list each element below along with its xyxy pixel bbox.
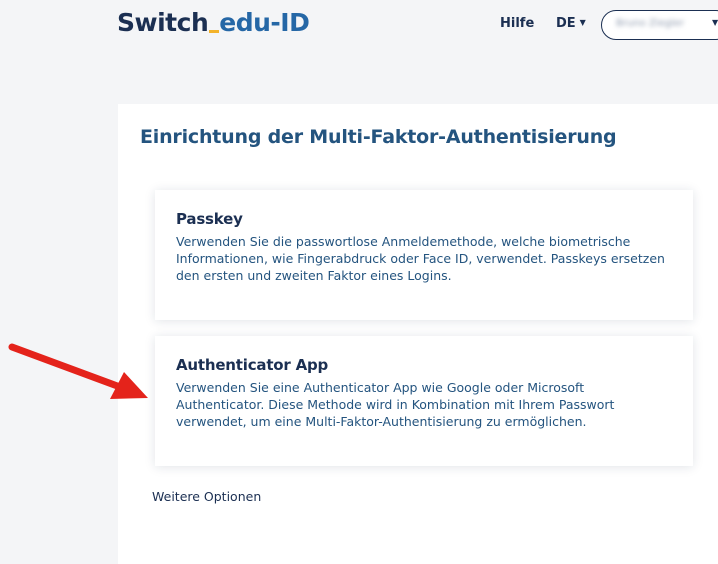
passkey-option-card[interactable]: Passkey Verwenden Sie die passwortlose A… [155,190,693,320]
authenticator-app-option-description: Verwenden Sie eine Authenticator App wie… [176,380,615,429]
language-label: DE [556,16,576,31]
logo-underscore-accent [209,30,220,33]
authenticator-app-option-title: Authenticator App [176,356,329,374]
chevron-down-icon: ▼ [712,18,718,27]
red-arrow-icon [8,343,148,399]
passkey-option-title: Passkey [176,210,243,228]
chevron-down-icon: ▼ [579,18,586,27]
logo-brand-text: Switch [117,8,209,37]
user-menu-button[interactable]: Bruno Ziegler ▼ [601,10,718,40]
language-selector[interactable]: DE ▼ [556,16,586,31]
page-title: Einrichtung der Multi-Faktor-Authentisie… [140,126,617,148]
logo-product-text: edu-ID [219,8,310,37]
authenticator-app-option-card[interactable]: Authenticator App Verwenden Sie eine Aut… [155,336,693,466]
switch-edu-id-logo[interactable]: Switch edu-ID [117,8,310,37]
help-link[interactable]: Hilfe [500,16,534,31]
passkey-option-description: Verwenden Sie die passwortlose Anmeldeme… [176,234,665,283]
user-name: Bruno Ziegler [616,18,685,29]
more-options-link[interactable]: Weitere Optionen [152,489,261,504]
